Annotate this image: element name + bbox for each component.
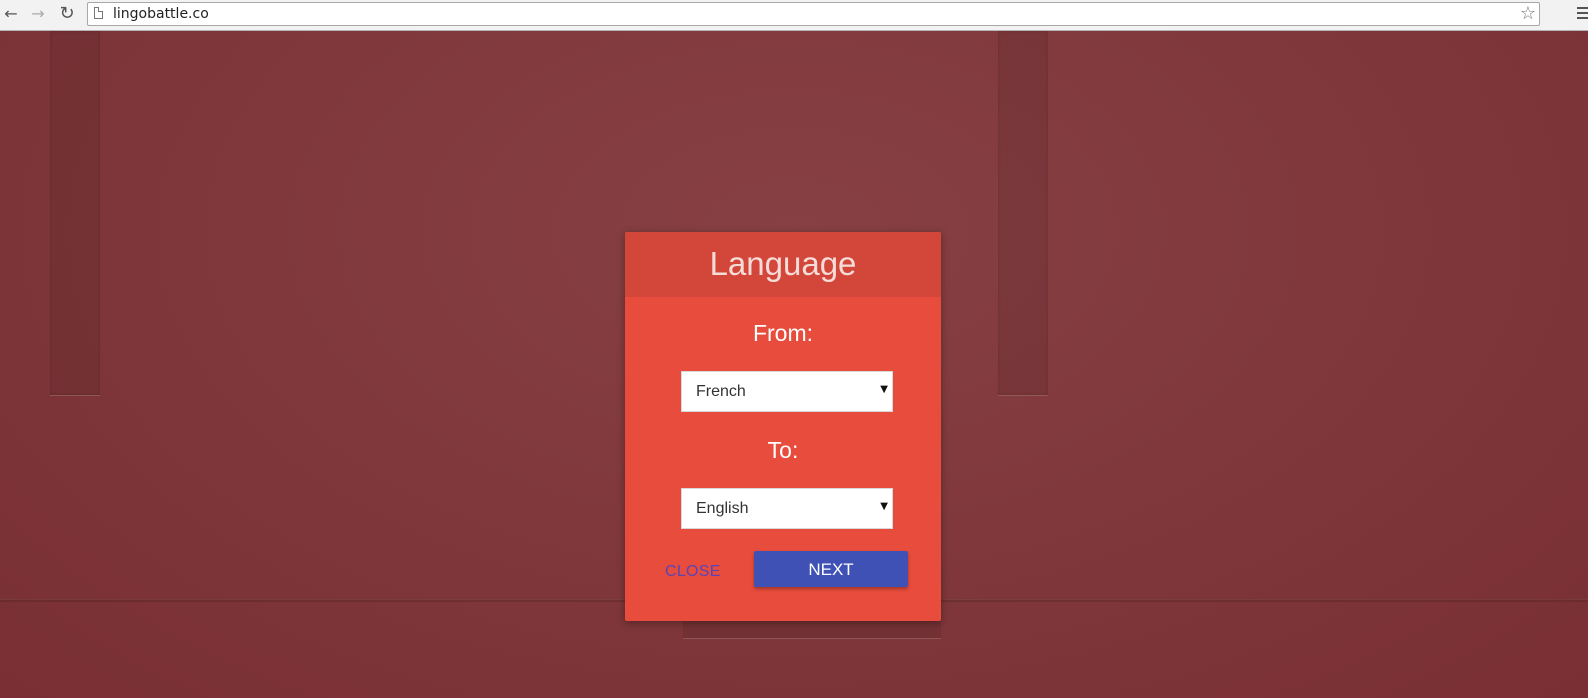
next-button-label: NEXT <box>808 560 854 579</box>
to-language-value: English <box>696 500 749 517</box>
url-text[interactable]: lingobattle.co <box>113 6 209 22</box>
address-bar[interactable]: lingobattle.co ☆ <box>87 2 1540 26</box>
dropdown-arrow-icon: ▼ <box>880 501 888 512</box>
menu-icon[interactable] <box>1577 7 1588 21</box>
browser-toolbar: ← → ↻ lingobattle.co ☆ <box>0 0 1588 31</box>
language-dialog: Language From: French ▼ To: English ▼ CL… <box>625 232 941 621</box>
reload-icon[interactable]: ↻ <box>56 3 78 25</box>
from-language-value: French <box>696 383 746 400</box>
dialog-header: Language <box>625 232 941 297</box>
to-language-select[interactable]: English ▼ <box>681 488 893 529</box>
dropdown-arrow-icon: ▼ <box>880 384 888 395</box>
next-button[interactable]: NEXT <box>754 551 908 587</box>
left-pillar <box>50 31 100 396</box>
from-language-select[interactable]: French ▼ <box>681 371 893 412</box>
dialog-title: Language <box>709 245 857 282</box>
back-arrow-icon[interactable]: ← <box>0 3 22 25</box>
to-label: To: <box>767 437 799 463</box>
right-pillar <box>998 31 1048 396</box>
close-button[interactable]: CLOSE <box>665 563 721 581</box>
forward-arrow-icon[interactable]: → <box>27 3 49 25</box>
bookmark-star-icon[interactable]: ☆ <box>1520 4 1536 24</box>
page-icon <box>94 7 103 19</box>
from-label: From: <box>752 320 814 346</box>
